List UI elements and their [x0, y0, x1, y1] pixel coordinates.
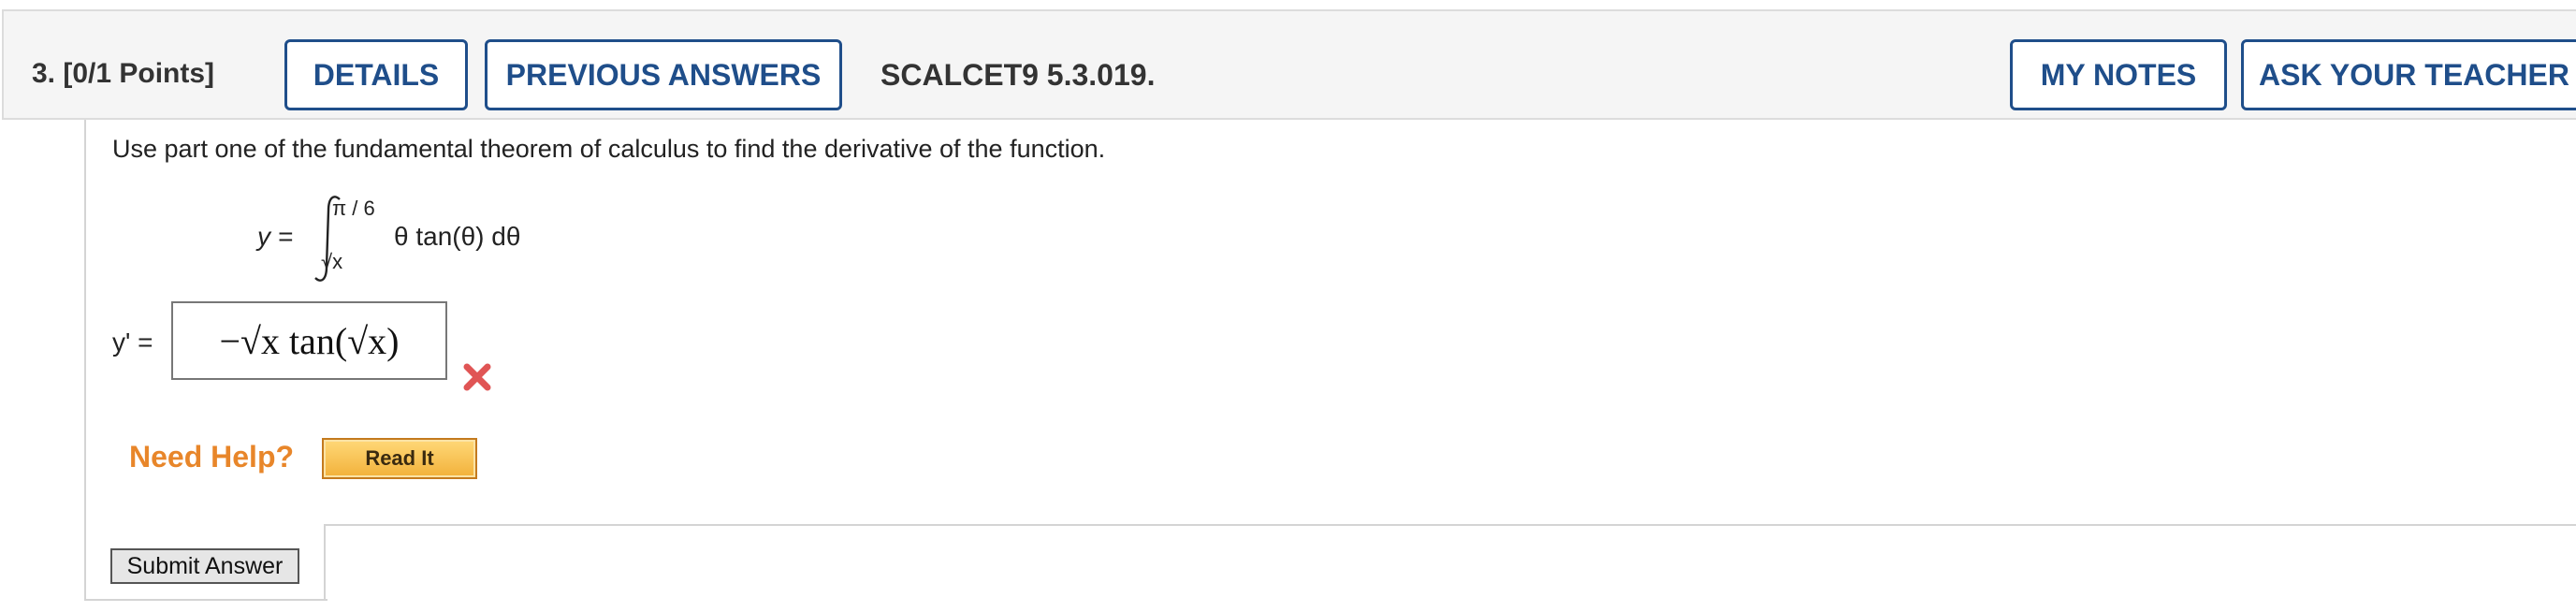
ask-your-teacher-button[interactable]: ASK YOUR TEACHER	[2241, 39, 2576, 110]
problem-code: SCALCET9 5.3.019.	[880, 58, 1156, 92]
integrand: θ tan(θ) dθ	[394, 222, 521, 251]
submit-answer-button[interactable]: Submit Answer	[110, 548, 299, 584]
divider	[324, 524, 326, 601]
divider	[324, 524, 2576, 526]
upper-limit: π / 6	[332, 197, 375, 220]
my-notes-button[interactable]: MY NOTES	[2010, 39, 2227, 110]
incorrect-x-icon	[463, 363, 491, 391]
page: 3. [0/1 Points] DETAILS PREVIOUS ANSWERS…	[0, 0, 2576, 612]
read-it-button[interactable]: Read It	[322, 438, 477, 479]
function-lhs: y =	[257, 222, 294, 251]
question-prompt: Use part one of the fundamental theorem …	[112, 135, 1106, 163]
details-button[interactable]: DETAILS	[284, 39, 468, 110]
lower-limit: √x	[321, 250, 343, 273]
divider	[84, 599, 327, 601]
need-help-label: Need Help?	[129, 440, 295, 474]
question-header: 3. [0/1 Points] DETAILS PREVIOUS ANSWERS…	[2, 9, 2576, 120]
function-definition: y = π / 6 √x θ tan(θ) dθ	[257, 192, 632, 285]
answer-field[interactable]: −√x tan(√x)	[171, 301, 447, 380]
question-number: 3. [0/1 Points]	[32, 58, 215, 89]
answer-label: y' =	[112, 328, 153, 357]
previous-answers-button[interactable]: PREVIOUS ANSWERS	[485, 39, 842, 110]
